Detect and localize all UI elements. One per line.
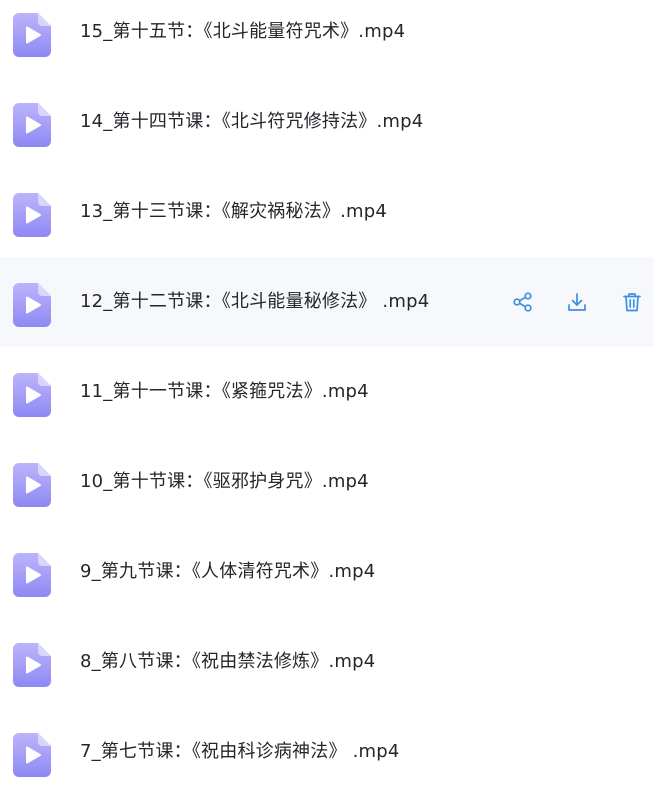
file-name: 14_第十四节课：《北斗符咒修持法》.mp4 <box>80 111 424 132</box>
row-actions <box>510 257 650 347</box>
file-name: 7_第七节课：《祝由科诊病神法》 .mp4 <box>80 741 400 762</box>
trash-icon[interactable] <box>621 291 643 313</box>
file-row[interactable]: 10_第十节课：《驱邪护身咒》.mp4 <box>0 437 654 527</box>
file-row[interactable]: 15_第十五节：《北斗能量符咒术》.mp4 <box>0 0 654 77</box>
file-name: 12_第十二节课：《北斗能量秘修法》 .mp4 <box>80 291 430 312</box>
file-row[interactable]: 9_第九节课：《人体清符咒术》.mp4 <box>0 527 654 617</box>
file-row[interactable]: 13_第十三节课：《解灾祸秘法》.mp4 <box>0 167 654 257</box>
file-row[interactable]: 12_第十二节课：《北斗能量秘修法》 .mp4 <box>0 257 654 347</box>
file-name: 9_第九节课：《人体清符咒术》.mp4 <box>80 561 376 582</box>
video-file-icon <box>13 13 51 57</box>
share-icon[interactable] <box>512 291 534 313</box>
file-list: 15_第十五节：《北斗能量符咒术》.mp4 14_第十四节课：《北斗符咒修持法》… <box>0 0 654 797</box>
file-name: 13_第十三节课：《解灾祸秘法》.mp4 <box>80 201 388 222</box>
file-name: 11_第十一节课：《紧箍咒法》.mp4 <box>80 381 369 402</box>
file-row[interactable]: 11_第十一节课：《紧箍咒法》.mp4 <box>0 347 654 437</box>
video-file-icon <box>13 193 51 237</box>
video-file-icon <box>13 643 51 687</box>
file-name: 8_第八节课：《祝由禁法修炼》.mp4 <box>80 651 376 672</box>
download-icon[interactable] <box>566 291 588 313</box>
video-file-icon <box>13 463 51 507</box>
file-row[interactable]: 14_第十四节课：《北斗符咒修持法》.mp4 <box>0 77 654 167</box>
video-file-icon <box>13 283 51 327</box>
file-name: 15_第十五节：《北斗能量符咒术》.mp4 <box>80 21 406 42</box>
video-file-icon <box>13 733 51 777</box>
file-row[interactable]: 7_第七节课：《祝由科诊病神法》 .mp4 <box>0 707 654 797</box>
file-name: 10_第十节课：《驱邪护身咒》.mp4 <box>80 471 369 492</box>
video-file-icon <box>13 373 51 417</box>
video-file-icon <box>13 103 51 147</box>
video-file-icon <box>13 553 51 597</box>
file-row[interactable]: 8_第八节课：《祝由禁法修炼》.mp4 <box>0 617 654 707</box>
